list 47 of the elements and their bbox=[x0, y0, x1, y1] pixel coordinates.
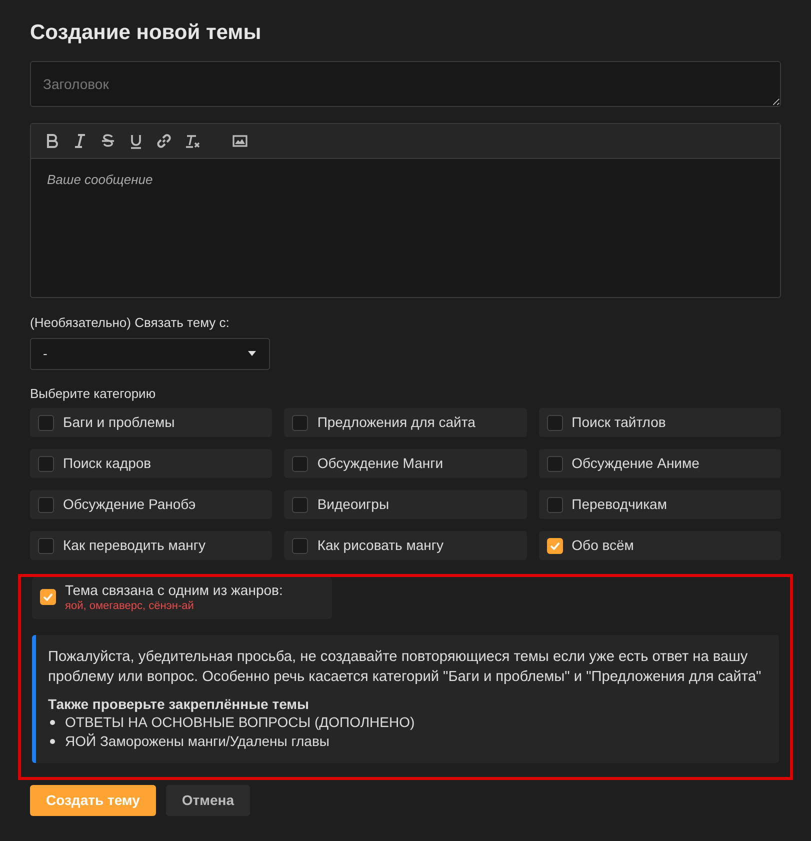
title-field[interactable]: Заголовок bbox=[30, 61, 781, 107]
editor-placeholder: Ваше сообщение bbox=[46, 171, 154, 189]
category-label: Предложения для сайта bbox=[317, 413, 476, 432]
checkbox[interactable] bbox=[38, 456, 54, 472]
checkbox[interactable] bbox=[292, 456, 308, 472]
link-icon[interactable] bbox=[155, 132, 173, 150]
message-editor[interactable]: Ваше сообщение bbox=[30, 123, 781, 298]
image-icon[interactable] bbox=[231, 132, 249, 150]
checkbox[interactable] bbox=[40, 589, 56, 605]
notice-heading: Также проверьте закреплённые темы bbox=[48, 695, 310, 713]
genre-list: яой, омегаверс, сёнэн-ай bbox=[65, 599, 283, 613]
checkbox[interactable] bbox=[546, 496, 563, 512]
pinned-topic-link[interactable]: ОТВЕТЫ НА ОСНОВНЫЕ ВОПРОСЫ (ДОПОЛНЕНО) bbox=[65, 713, 415, 732]
check-icon bbox=[550, 542, 560, 550]
field-label: (Необязательно) Связать тему с: bbox=[30, 314, 230, 332]
category-label: Как переводить мангу bbox=[63, 536, 206, 555]
checkbox-label: Тема связана с одним из жанров: bbox=[65, 581, 283, 599]
category-label: Переводчикам bbox=[572, 495, 667, 514]
checkbox[interactable] bbox=[38, 496, 54, 512]
checkbox[interactable] bbox=[546, 414, 563, 430]
pinned-topic-link[interactable]: ЯОЙ Заморожены манги/Удалены главы bbox=[65, 732, 330, 751]
checkbox[interactable] bbox=[546, 538, 563, 554]
checkbox[interactable] bbox=[38, 538, 54, 554]
checkbox[interactable] bbox=[292, 414, 308, 430]
category-label: Поиск тайтлов bbox=[572, 413, 666, 432]
checkbox[interactable] bbox=[292, 496, 308, 512]
checkbox[interactable] bbox=[292, 538, 308, 554]
bullet-icon bbox=[50, 720, 55, 725]
category-label: Обсуждение Манги bbox=[317, 454, 444, 473]
check-icon bbox=[43, 593, 53, 601]
category-label: Обсуждение Аниме bbox=[572, 454, 700, 473]
caret-icon bbox=[247, 350, 257, 356]
checkbox[interactable] bbox=[546, 456, 563, 472]
category-label: Обсуждение Ранобэ bbox=[63, 495, 196, 514]
topic-select[interactable]: - bbox=[30, 338, 270, 370]
category-label: Как рисовать мангу bbox=[317, 536, 444, 555]
section-label: Выберите категорию bbox=[30, 384, 156, 403]
clear-format-icon[interactable] bbox=[183, 132, 201, 150]
checkbox[interactable] bbox=[38, 414, 54, 430]
cancel-button[interactable]: Отмена bbox=[166, 785, 250, 816]
category-label: Баги и проблемы bbox=[63, 413, 175, 432]
category-label: Видеоигры bbox=[317, 495, 390, 514]
category-label: Поиск кадров bbox=[63, 454, 152, 473]
notice-text: Пожалуйста, убедительная просьба, не создавайте повторяющиеся темы если уже есть ответ на вашу проблему или вопрос. Особенно речь касается категорий "Баги и проблемы" и "Предложения для сайта" bbox=[48, 648, 762, 687]
page-title: Создание новой темы bbox=[30, 20, 262, 46]
category-label: Обо всём bbox=[572, 536, 634, 555]
bullet-icon bbox=[50, 739, 55, 744]
